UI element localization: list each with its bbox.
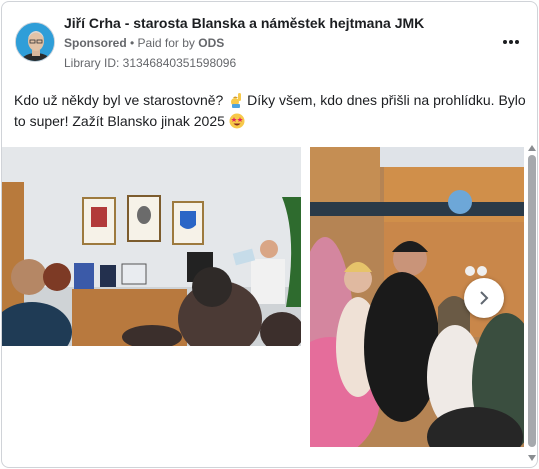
- more-options-icon-dot: [515, 40, 519, 44]
- sponsor-line: Sponsored • Paid for by ODS: [64, 36, 224, 50]
- library-id: Library ID: 31346840351598096: [64, 56, 237, 70]
- more-options-icon: [503, 40, 507, 44]
- carousel-image-1[interactable]: [2, 147, 301, 346]
- scroll-up-arrow-icon[interactable]: [528, 145, 536, 151]
- page-name[interactable]: Jiří Crha - starosta Blanska a náměstek …: [64, 15, 424, 31]
- image-carousel: [2, 147, 537, 447]
- more-options-button[interactable]: [499, 32, 523, 52]
- paid-for-by-label: Paid for by: [137, 36, 199, 50]
- ad-card: Jiří Crha - starosta Blanska a náměstek …: [1, 1, 538, 468]
- raising-hand-emoji: [231, 93, 242, 108]
- funder-name[interactable]: ODS: [198, 36, 224, 50]
- scroll-down-arrow-icon[interactable]: [528, 455, 536, 461]
- carousel-next-button[interactable]: [464, 278, 504, 318]
- chevron-right-icon: [480, 291, 489, 305]
- vertical-scrollbar[interactable]: [527, 145, 537, 463]
- scrollbar-thumb[interactable]: [528, 155, 536, 447]
- avatar[interactable]: [15, 22, 55, 62]
- more-options-icon-dot: [509, 40, 513, 44]
- star-struck-emoji: [229, 113, 245, 129]
- post-text-part1: Kdo už někdy byl ve starostovně?: [14, 92, 228, 108]
- sponsored-label: Sponsored: [64, 36, 127, 50]
- post-text: Kdo už někdy byl ve starostovně? Díky vš…: [14, 90, 534, 132]
- meta-separator: •: [126, 36, 138, 50]
